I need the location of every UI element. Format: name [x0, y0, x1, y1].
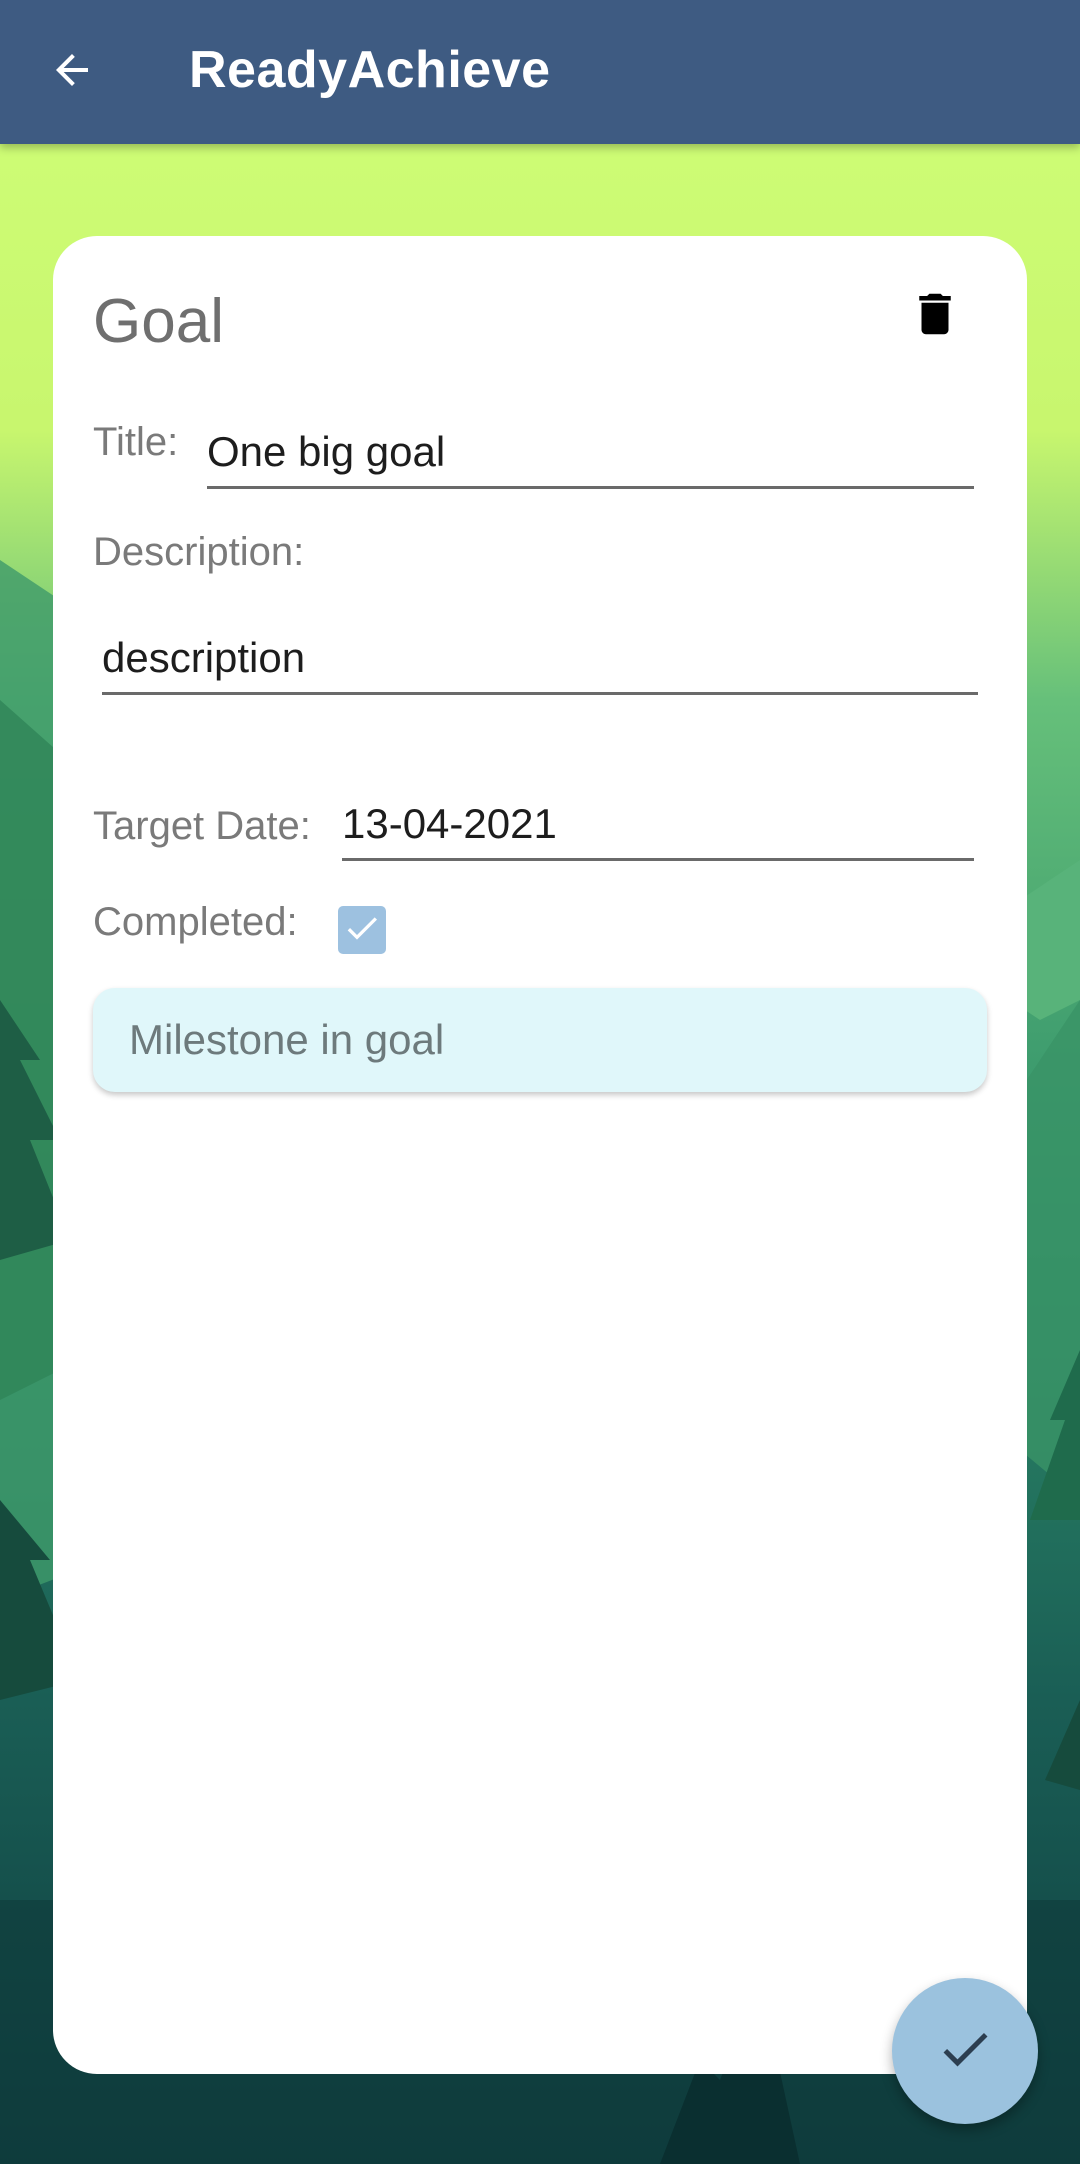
app-bar: ReadyAchieve: [0, 0, 1080, 144]
check-icon: [342, 908, 382, 953]
trash-icon: [908, 287, 962, 346]
completed-label: Completed:: [93, 900, 298, 944]
goal-card: Goal Title: One big goal Description: de…: [53, 236, 1027, 2074]
description-label: Description:: [93, 530, 305, 574]
card-heading: Goal: [93, 287, 224, 356]
completed-checkbox[interactable]: [338, 906, 386, 954]
title-input[interactable]: One big goal: [207, 428, 974, 489]
milestone-item[interactable]: Milestone in goal: [93, 988, 987, 1092]
delete-button[interactable]: [903, 284, 967, 348]
target-date-label: Target Date:: [93, 804, 311, 848]
milestone-label: Milestone in goal: [129, 1016, 445, 1063]
target-date-input[interactable]: 13-04-2021: [342, 800, 974, 861]
save-fab[interactable]: [892, 1978, 1038, 2124]
arrow-back-icon: [48, 46, 96, 99]
back-button[interactable]: [36, 36, 108, 108]
description-input[interactable]: description: [102, 634, 978, 695]
title-label: Title:: [93, 420, 179, 464]
app-title: ReadyAchieve: [189, 41, 551, 99]
check-icon: [935, 2019, 995, 2084]
